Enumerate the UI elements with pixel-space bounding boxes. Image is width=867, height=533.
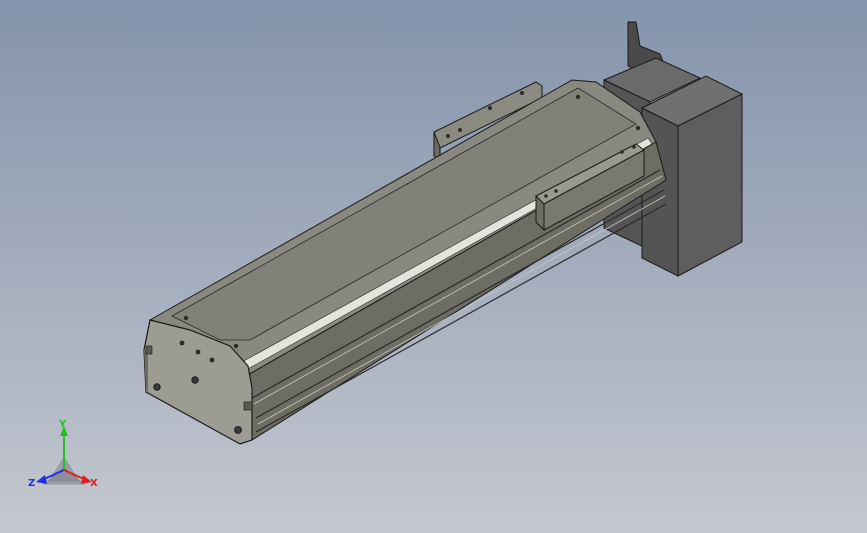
x-axis-label: X bbox=[90, 478, 98, 489]
3d-viewport[interactable]: Y X Z bbox=[0, 0, 867, 533]
z-axis-label: Z bbox=[28, 478, 35, 489]
axis-triad: Y X Z bbox=[24, 418, 104, 498]
y-axis-label: Y bbox=[58, 419, 67, 430]
z-axis-arrow-icon bbox=[36, 475, 47, 484]
linear-actuator-model[interactable] bbox=[0, 0, 867, 533]
